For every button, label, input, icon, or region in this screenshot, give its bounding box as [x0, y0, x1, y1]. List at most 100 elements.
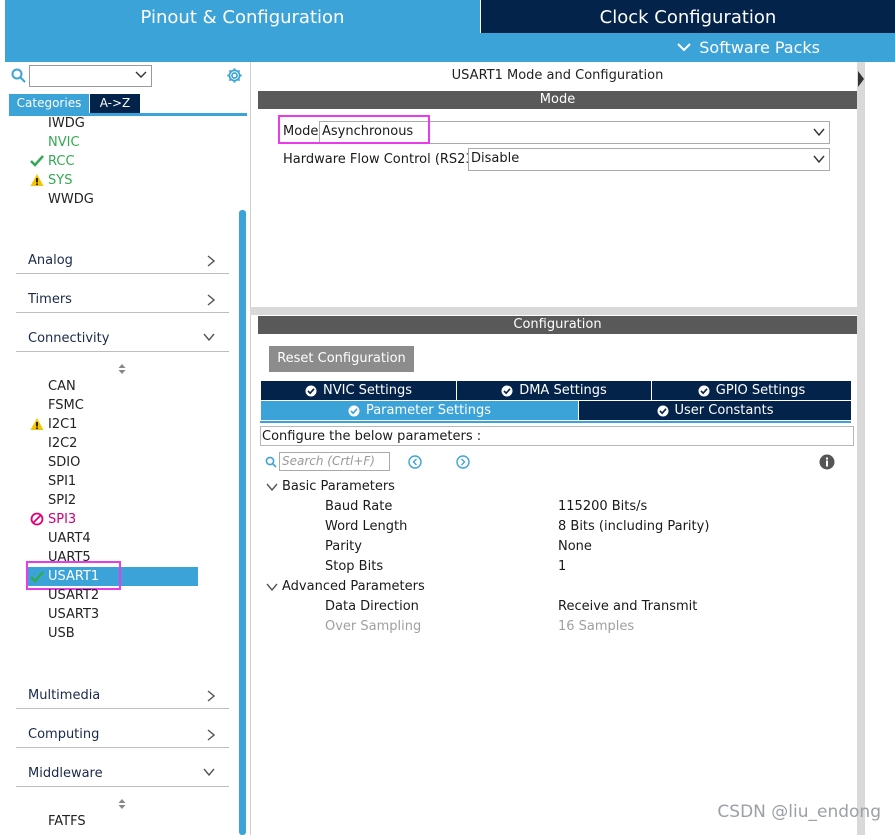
category-analog[interactable]: Analog [16, 249, 229, 274]
param-name-over-sampling: Over Sampling [325, 619, 422, 634]
tab-label: GPIO Settings [715, 383, 806, 398]
hardware-flow-control-select[interactable]: Disable [468, 148, 830, 171]
chevron-right-icon [207, 690, 215, 702]
chevron-down-icon [135, 71, 147, 78]
param-value-word-length[interactable]: 8 Bits (including Parity) [558, 519, 709, 534]
param-value-over-sampling: 16 Samples [558, 619, 635, 634]
tab-parameter-settings[interactable]: Parameter Settings [261, 401, 579, 420]
param-value-data-direction[interactable]: Receive and Transmit [558, 599, 697, 614]
tree-item-fatfs[interactable]: FATFS [48, 812, 86, 831]
chevron-down-icon [203, 768, 215, 776]
chevron-down-icon [266, 483, 278, 491]
check-circle-icon [348, 405, 360, 416]
tab-label: Parameter Settings [365, 403, 492, 418]
info-icon[interactable] [819, 454, 835, 470]
group-label: Advanced Parameters [282, 579, 425, 594]
tab-pinout-configuration[interactable]: Pinout & Configuration [5, 0, 480, 33]
category-label: Multimedia [28, 688, 101, 703]
category-label: Middleware [28, 766, 103, 781]
check-circle-icon [305, 385, 317, 396]
tab-dma-settings[interactable]: DMA Settings [457, 381, 652, 400]
tab-nvic-settings[interactable]: NVIC Settings [261, 381, 457, 400]
chevron-right-icon [207, 255, 215, 267]
configuration-section-header: Configuration [258, 316, 857, 334]
category-computing[interactable]: Computing [16, 723, 229, 748]
tree-item-usart3[interactable]: USART3 [48, 605, 99, 624]
param-name-word-length: Word Length [325, 519, 408, 534]
mode-panel-title: USART1 Mode and Configuration [451, 68, 664, 83]
category-label: Timers [28, 292, 72, 307]
tree-item-i2c1[interactable]: I2C1 [48, 415, 77, 434]
chevron-right-icon [207, 729, 215, 741]
tree-item-spi1[interactable]: SPI1 [48, 472, 76, 491]
category-connectivity[interactable]: Connectivity [16, 327, 229, 352]
param-value-parity[interactable]: None [558, 539, 592, 554]
software-packs-menu[interactable]: Software Packs [677, 36, 820, 58]
left-scrollbar[interactable] [239, 210, 246, 835]
hardware-flow-control-label: Hardware Flow Control (RS232) [283, 152, 488, 167]
tree-item-uart4[interactable]: UART4 [48, 529, 91, 548]
check-icon [30, 155, 44, 167]
right-splitter[interactable] [857, 62, 865, 835]
tab-a-to-z[interactable]: A->Z [90, 94, 140, 113]
sort-updown-icon[interactable] [117, 363, 127, 375]
tab-label: NVIC Settings [323, 383, 412, 398]
category-label: Connectivity [28, 331, 110, 346]
group-label: Basic Parameters [282, 479, 395, 494]
search-icon [11, 68, 26, 83]
param-name-baud-rate: Baud Rate [325, 499, 393, 514]
chevron-down-icon [203, 333, 215, 341]
check-circle-icon [698, 385, 710, 396]
collapse-arrow-icon[interactable] [857, 68, 865, 90]
tree-item-wwdg[interactable]: WWDG [48, 190, 94, 209]
peripheral-search-combo[interactable] [29, 65, 152, 87]
mode-section-header: Mode [258, 91, 857, 109]
tree-item-fsmc[interactable]: FSMC [48, 396, 84, 415]
tree-item-sys[interactable]: SYS [48, 171, 72, 190]
param-value-stop-bits[interactable]: 1 [558, 559, 566, 574]
category-timers[interactable]: Timers [16, 288, 229, 313]
chevron-down-icon [677, 43, 691, 52]
warning-icon [30, 418, 44, 430]
chevron-down-icon [813, 155, 825, 163]
category-label: Analog [28, 253, 73, 268]
sort-updown-icon[interactable] [117, 798, 127, 810]
category-label: Computing [28, 727, 100, 742]
previous-match-icon[interactable] [408, 455, 422, 469]
reset-configuration-button[interactable]: Reset Configuration [269, 346, 414, 372]
tree-item-rcc[interactable]: RCC [48, 152, 75, 171]
tab-user-constants[interactable]: User Constants [579, 401, 851, 420]
tree-item-usart2[interactable]: USART2 [48, 586, 99, 605]
next-match-icon[interactable] [456, 455, 470, 469]
advanced-parameters-group[interactable]: Advanced Parameters [266, 579, 425, 594]
check-circle-icon [657, 405, 668, 416]
tree-item-usb[interactable]: USB [48, 624, 75, 643]
check-circle-icon [501, 385, 513, 396]
tree-item-can[interactable]: CAN [48, 377, 76, 396]
configure-instructions: Configure the below parameters : [260, 426, 854, 446]
tree-item-spi3[interactable]: SPI3 [48, 510, 76, 529]
chevron-down-icon [266, 583, 278, 591]
tab-clock-configuration[interactable]: Clock Configuration [481, 0, 895, 33]
blocked-icon [30, 512, 44, 526]
param-name-data-direction: Data Direction [325, 599, 419, 614]
chevron-right-icon [207, 294, 215, 306]
category-middleware[interactable]: Middleware [16, 762, 229, 787]
gear-icon[interactable] [226, 67, 243, 84]
parameter-search-input[interactable]: Search (Crtl+F) [279, 452, 390, 471]
tree-item-sdio[interactable]: SDIO [48, 453, 80, 472]
tabs-underline [260, 421, 851, 423]
category-multimedia[interactable]: Multimedia [16, 684, 229, 709]
param-value-baud-rate[interactable]: 115200 Bits/s [558, 499, 647, 514]
tree-item-nvic[interactable]: NVIC [48, 133, 80, 152]
tab-label: DMA Settings [519, 383, 607, 398]
tab-gpio-settings[interactable]: GPIO Settings [652, 381, 851, 400]
tab-categories[interactable]: Categories [9, 94, 89, 113]
basic-parameters-group[interactable]: Basic Parameters [266, 479, 395, 494]
tree-item-i2c2[interactable]: I2C2 [48, 434, 77, 453]
panel-splitter[interactable] [250, 307, 865, 315]
tree-item-iwdg[interactable]: IWDG [48, 114, 85, 133]
tree-item-spi2[interactable]: SPI2 [48, 491, 76, 510]
flow-select-value: Disable [471, 151, 520, 166]
param-name-parity: Parity [325, 539, 362, 554]
